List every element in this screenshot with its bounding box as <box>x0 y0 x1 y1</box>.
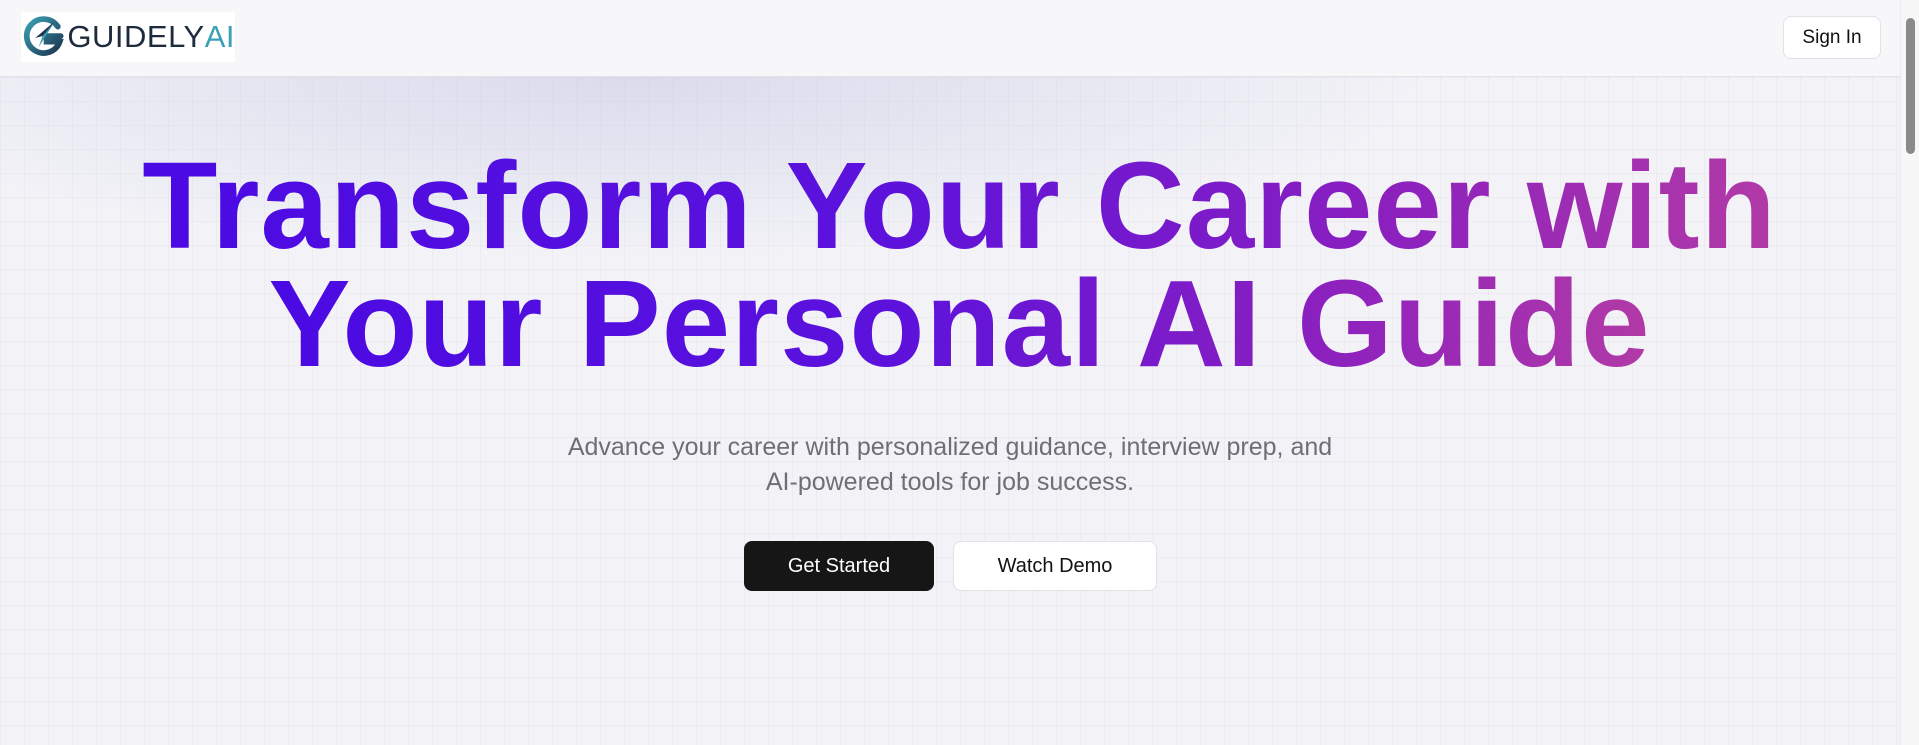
scrollbar-thumb[interactable] <box>1906 18 1915 154</box>
brand-wordmark: GUIDELY AI <box>67 19 235 55</box>
hero-subtitle: Advance your career with personalized gu… <box>567 433 1333 496</box>
hero-headline-line-1: Transform Your Career with <box>142 138 1777 275</box>
get-started-button[interactable]: Get Started <box>744 541 934 591</box>
sign-in-button[interactable]: Sign In <box>1783 16 1881 59</box>
landing-page: GUIDELY AI Sign In Transform Your Career … <box>0 0 1919 745</box>
brand-name: GUIDELY <box>67 19 205 54</box>
compass-g-icon <box>23 16 64 56</box>
page-scrollbar[interactable] <box>1900 0 1919 745</box>
brand-logo[interactable]: GUIDELY AI <box>21 12 235 62</box>
watch-demo-button[interactable]: Watch Demo <box>953 541 1157 591</box>
brand-name-ai: AI <box>204 19 235 54</box>
hero-headline-line-2: Your Personal AI Guide <box>268 256 1651 393</box>
hero-headline: Transform Your Career with Your Personal… <box>0 145 1919 386</box>
top-nav: GUIDELY AI Sign In <box>0 0 1900 77</box>
